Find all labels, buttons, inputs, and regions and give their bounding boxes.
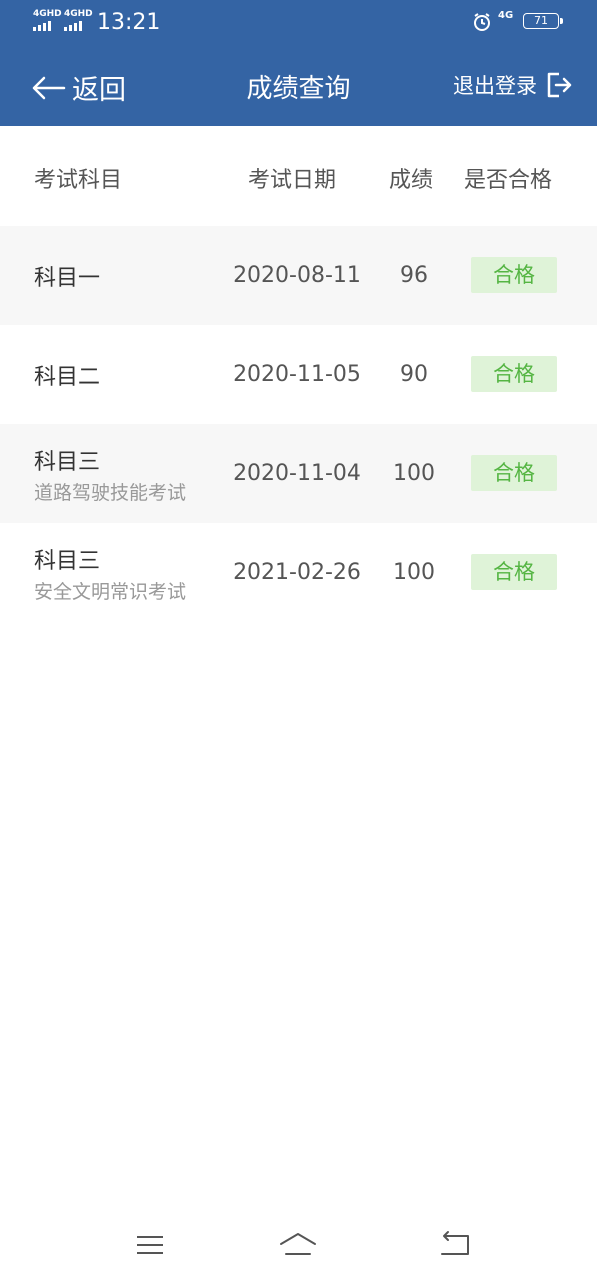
subject-cell: 科目一 [34,260,100,292]
date-cell: 2020-11-04 [233,461,361,486]
home-icon[interactable] [278,1230,318,1260]
column-header-score: 成绩 [389,168,434,193]
score-cell: 96 [400,263,428,288]
signal-label-2: 4GHD [64,9,93,19]
date-cell: 2020-11-05 [233,362,361,387]
date-cell: 2021-02-26 [233,560,361,585]
status-bar: 4GHD 4GHD 13:21 4G 71 [0,0,597,48]
clock: 13:21 [97,10,161,35]
logout-button[interactable]: 退出登录 [453,70,573,100]
column-header-date: 考试日期 [248,168,337,193]
network-indicator: 4G [498,10,514,21]
table-row[interactable]: 科目一 2020-08-11 96 合格 [0,226,597,325]
score-cell: 90 [400,362,428,387]
subject-name: 科目二 [34,365,101,390]
logout-label: 退出登录 [453,74,537,98]
score-cell: 100 [393,560,435,585]
subject-cell: 科目二 [34,359,100,391]
table-row[interactable]: 科目三 道路驾驶技能考试 2020-11-04 100 合格 [0,424,597,523]
menu-icon[interactable] [130,1230,170,1260]
system-navigation-bar [0,1212,597,1280]
signal-indicator-2: 4GHD [64,10,93,31]
subject-description: 安全文明常识考试 [34,581,187,603]
table-row[interactable]: 科目二 2020-11-05 90 合格 [0,325,597,424]
subject-description: 道路驾驶技能考试 [34,482,187,504]
battery-indicator: 71 [523,13,563,29]
logout-icon [547,72,572,98]
date-cell: 2020-08-11 [233,263,361,288]
table-row[interactable]: 科目三 安全文明常识考试 2021-02-26 100 合格 [0,523,597,622]
subject-name: 科目三 [34,450,101,475]
app-header: 4GHD 4GHD 13:21 4G 71 返回 成绩查询 退出登录 [0,0,597,126]
score-list: 科目一 2020-08-11 96 合格 科目二 2020-11-05 90 合… [0,226,597,622]
pass-badge: 合格 [471,257,557,293]
score-cell: 100 [393,461,435,486]
pass-badge: 合格 [471,356,557,392]
subject-name: 科目三 [34,549,101,574]
subject-cell: 科目三 道路驾驶技能考试 [34,444,186,505]
table-header: 考试科目 考试日期 成绩 是否合格 [0,126,597,226]
navigation-bar: 返回 成绩查询 退出登录 [0,60,597,116]
column-header-subject: 考试科目 [34,168,123,193]
pass-badge: 合格 [471,455,557,491]
column-header-pass: 是否合格 [464,168,553,193]
pass-badge: 合格 [471,554,557,590]
alarm-icon [474,13,490,31]
subject-name: 科目一 [34,266,101,291]
return-icon[interactable] [436,1230,476,1260]
signal-indicator-1: 4GHD [33,10,62,31]
signal-label-1: 4GHD [33,9,62,19]
subject-cell: 科目三 安全文明常识考试 [34,543,186,604]
